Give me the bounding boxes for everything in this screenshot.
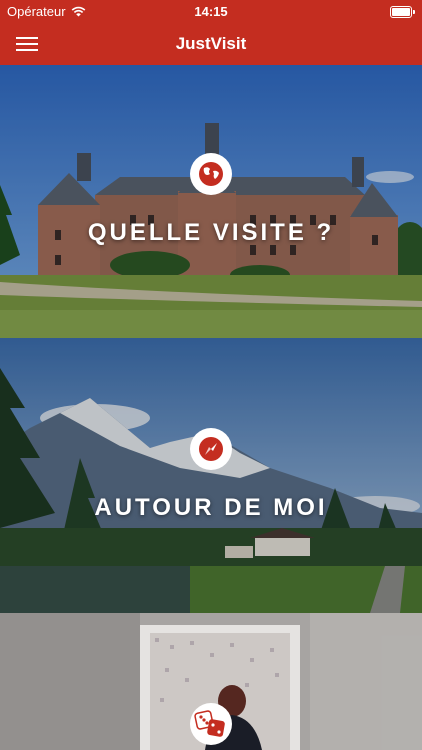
battery-icon <box>390 6 415 18</box>
nav-bar: JustVisit <box>0 24 422 65</box>
tile-quelle-visite[interactable]: QUELLE VISITE ? <box>0 65 422 338</box>
tile-autour-de-moi[interactable]: AUTOUR DE MOI <box>0 338 422 613</box>
app-title: JustVisit <box>175 34 247 53</box>
tile-third[interactable] <box>0 613 422 750</box>
compass-icon <box>190 428 232 470</box>
status-bar: Opérateur 14:15 <box>0 0 422 24</box>
tile-autour-de-moi-label: AUTOUR DE MOI <box>94 494 328 521</box>
tile-quelle-visite-label: QUELLE VISITE ? <box>87 219 335 246</box>
status-time: 14:15 <box>194 4 228 19</box>
dice-icon <box>190 703 232 745</box>
globe-icon <box>190 153 232 195</box>
